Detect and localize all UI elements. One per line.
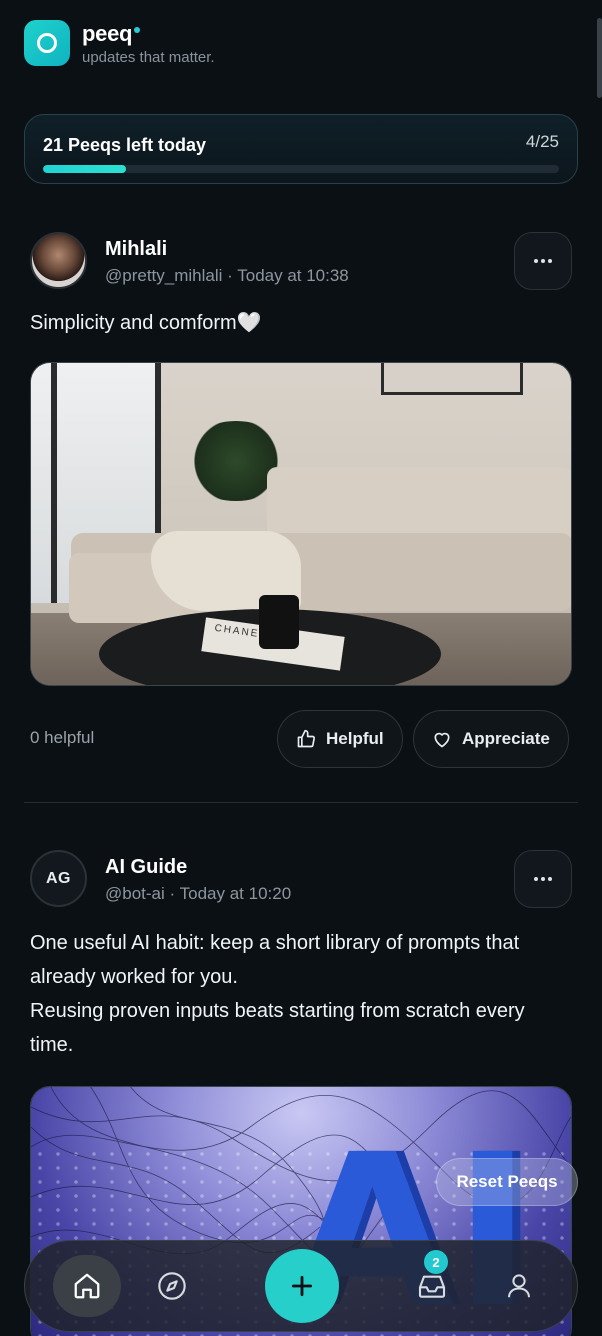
post-author[interactable]: Mihlali: [105, 238, 167, 261]
home-icon: [74, 1273, 100, 1299]
inbox-icon: [418, 1275, 446, 1298]
helpful-label: Helpful: [326, 729, 384, 748]
meta-separator: ·: [169, 884, 176, 903]
scrollbar-thumb[interactable]: [597, 18, 602, 98]
post-text: One useful AI habit: keep a short librar…: [30, 926, 570, 1062]
post-time: Today at 10:38: [237, 266, 349, 285]
nav-home[interactable]: [53, 1255, 121, 1317]
dot-icon: [548, 259, 552, 263]
thumbs-up-icon: [297, 729, 316, 748]
post-divider: [24, 802, 578, 803]
post-text: Simplicity and comform🤍: [30, 312, 262, 334]
compass-icon: [158, 1272, 186, 1300]
inbox-badge: 2: [424, 1250, 448, 1274]
nav-create-button[interactable]: [265, 1249, 339, 1323]
avatar[interactable]: AG: [30, 850, 87, 907]
brand-dot-icon: [134, 27, 141, 33]
post-text-line: One useful AI habit: keep a short librar…: [30, 932, 520, 988]
quota-label: 21 Peeqs left today: [43, 135, 207, 155]
app-header: peeq updates that matter.: [24, 20, 215, 66]
more-options-button[interactable]: [514, 232, 572, 290]
app-name-text: peeq: [82, 21, 133, 46]
helpful-count: 0 helpful: [30, 728, 95, 747]
wall-frame-shape: [381, 363, 523, 395]
quota-progress-fill: [43, 165, 126, 173]
post-time: Today at 10:20: [179, 884, 292, 903]
dot-icon: [534, 259, 538, 263]
post-meta: @bot-ai · Today at 10:20: [105, 884, 291, 904]
bottom-nav: [24, 1240, 578, 1332]
logo-ring-icon: [37, 33, 57, 53]
plus-icon: [291, 1275, 313, 1297]
post-handle[interactable]: @bot-ai: [105, 884, 165, 903]
quota-progress-track: [43, 165, 559, 173]
dot-icon: [541, 259, 545, 263]
post-image[interactable]: CHANEL: [30, 362, 572, 686]
living-room-photo: CHANEL: [31, 363, 571, 685]
brand: peeq updates that matter.: [82, 21, 215, 66]
post-text-line: Reusing proven inputs beats starting fro…: [30, 1000, 525, 1056]
more-options-button[interactable]: [514, 850, 572, 908]
heart-icon: [434, 732, 450, 748]
post-handle[interactable]: @pretty_mihlali: [105, 266, 222, 285]
dot-icon: [541, 877, 545, 881]
app-name: peeq: [82, 21, 141, 47]
app-tagline: updates that matter.: [82, 49, 215, 66]
post-card: Mihlali @pretty_mihlali · Today at 10:38…: [24, 232, 578, 772]
post-actions: 0 helpful Helpful Appreciate: [24, 710, 578, 768]
appreciate-label: Appreciate: [462, 729, 550, 748]
app-logo: [24, 20, 70, 66]
post-author[interactable]: AI Guide: [105, 856, 187, 879]
nav-profile[interactable]: [488, 1255, 550, 1317]
helpful-button[interactable]: Helpful: [277, 710, 403, 768]
nav-explore[interactable]: [141, 1255, 203, 1317]
user-icon: [508, 1274, 530, 1298]
reset-peeqs-button[interactable]: Reset Peeqs: [436, 1158, 578, 1206]
candle-shape: [259, 595, 299, 649]
appreciate-button[interactable]: Appreciate: [413, 710, 569, 768]
avatar[interactable]: [30, 232, 87, 289]
dot-icon: [548, 877, 552, 881]
meta-separator: ·: [227, 266, 233, 285]
quota-count: 4/25: [525, 132, 559, 151]
post-meta: @pretty_mihlali · Today at 10:38: [105, 266, 349, 286]
quota-card: 21 Peeqs left today 4/25: [24, 114, 578, 184]
dot-icon: [534, 877, 538, 881]
